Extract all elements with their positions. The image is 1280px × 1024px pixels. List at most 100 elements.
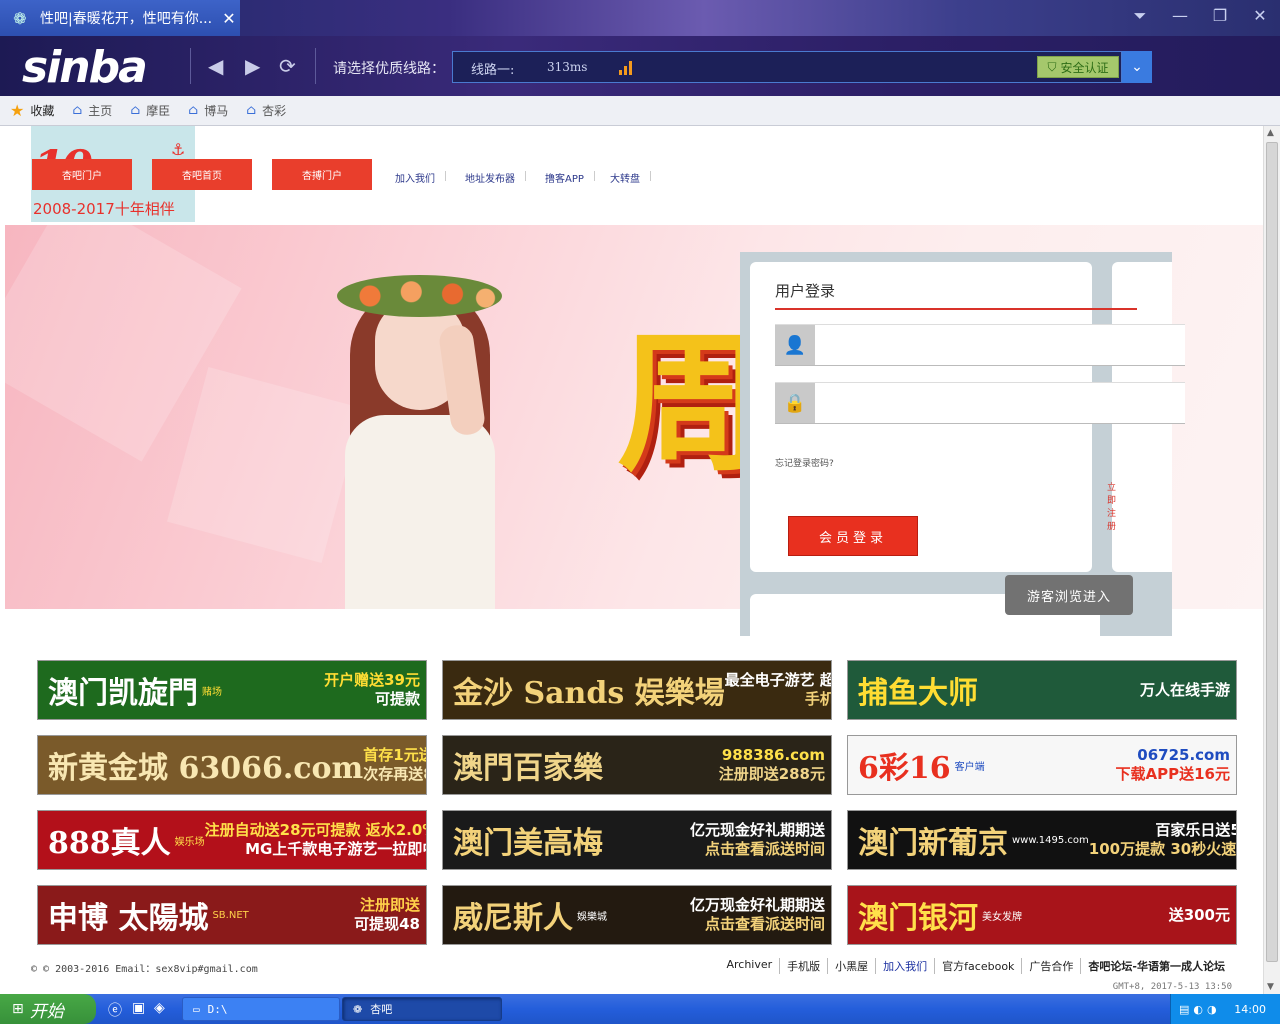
ad-brand: 澳门美高梅 — [453, 826, 603, 861]
ad-offer-line: 注册即送 — [359, 896, 420, 914]
tab-close-icon[interactable]: ✕ — [218, 9, 240, 28]
bookmark-item[interactable]: ⌂ 主页 — [72, 102, 112, 119]
start-button[interactable]: ⊞ 开始 — [0, 994, 96, 1024]
bookmarks-bar: ★ 收藏 ⌂ 主页 ⌂ 摩臣 ⌂ 博马 ⌂ 杏彩 — [0, 96, 1280, 126]
footer-link-mobile[interactable]: 手机版 — [780, 958, 829, 974]
bookmark-label: 主页 — [88, 104, 113, 118]
maximize-icon[interactable]: ❐ — [1208, 6, 1232, 26]
ad-brand: 澳门凯旋門 — [48, 676, 198, 711]
username-input[interactable] — [821, 331, 1171, 359]
refresh-icon[interactable]: ⟳ — [279, 54, 296, 78]
footer-link-blackroom[interactable]: 小黑屋 — [828, 958, 877, 974]
ad-banner[interactable]: 澳门银河 美女发牌 送300元 — [847, 885, 1237, 945]
ad-banner[interactable]: 澳门美高梅 亿元现金好礼期期送 点击查看派送时间 — [442, 810, 832, 870]
minimize-icon[interactable]: — — [1168, 6, 1192, 26]
ad-sub: 客户端 — [954, 761, 985, 773]
favorites-button[interactable]: ★ 收藏 — [10, 101, 54, 120]
ad-banner[interactable]: 澳门凯旋門 赌场 开户赠送39元 可提款 — [37, 660, 427, 720]
ad-offer-line: 亿元现金好礼期期送 — [689, 821, 825, 839]
nav-join[interactable]: 加入我们 — [395, 170, 446, 185]
ad-banner[interactable]: 澳門百家樂 988386.com 注册即送288元 — [442, 735, 832, 795]
username-field[interactable]: 👤 — [775, 324, 1185, 366]
ad-brand: 澳門百家樂 — [453, 751, 603, 786]
forgot-password-link[interactable]: 忘记登录密码? — [775, 456, 834, 469]
ad-offer-line: 首存1元送18元 — [363, 746, 426, 764]
anchor-icon: ⚓ — [171, 140, 186, 159]
route-dropdown-button[interactable]: ⌄ — [1122, 51, 1152, 83]
taskbar-item-label: 杏吧 — [370, 1003, 393, 1016]
password-input[interactable] — [821, 389, 1171, 417]
nav-wheel[interactable]: 大转盘 — [610, 170, 651, 185]
ad-offer-line: 988386.com — [721, 746, 825, 764]
ad-banner[interactable]: 申博 太陽城 SB.NET 注册即送 可提现48 — [37, 885, 427, 945]
lock-icon: 🔒 — [775, 383, 815, 423]
ad-offer: 最全电子游艺 超多优惠最给力手机电脑皆可畅玩 — [725, 671, 831, 709]
bookmark-label: 博马 — [204, 104, 229, 118]
ad-banner[interactable]: 捕鱼大师 万人在线手游 — [847, 660, 1237, 720]
login-button[interactable]: 会员登录 — [788, 516, 918, 556]
ad-brand: 澳门新葡京 — [858, 826, 1008, 861]
footer-link-archiver[interactable]: Archiver — [719, 958, 781, 974]
menu-dropdown-icon[interactable]: ⏷ — [1128, 6, 1152, 26]
ad-offer: 06725.com 下载APP送16元 — [1116, 746, 1236, 784]
ad-sub: www.1495.com — [1012, 834, 1089, 846]
ad-offer: 万人在线手游 — [1140, 681, 1236, 700]
ad-brand: 捕鱼大师 — [858, 676, 978, 711]
route-name: 线路一: — [471, 63, 515, 78]
footer-link-join[interactable]: 加入我们 — [876, 958, 936, 974]
nav-bet-portal[interactable]: 杏搏门户 — [272, 159, 372, 190]
footer-link-facebook[interactable]: 官方facebook — [935, 958, 1023, 974]
scrollbar-thumb[interactable] — [1266, 142, 1278, 962]
desktop-icon[interactable]: ▣ — [132, 1000, 145, 1016]
ad-offer-line: 送300元 — [1168, 905, 1230, 924]
close-window-icon[interactable]: ✕ — [1248, 6, 1272, 26]
ie-icon[interactable]: ⓔ — [108, 1000, 122, 1020]
network-icon[interactable]: ▤ — [1179, 1003, 1189, 1016]
bookmark-item[interactable]: ⌂ 摩臣 — [130, 102, 170, 119]
back-icon[interactable]: ◀ — [208, 54, 223, 78]
register-link[interactable]: 立即注册 — [1107, 480, 1116, 532]
ad-banner[interactable]: 6彩16 客户端 06725.com 下载APP送16元 — [847, 735, 1237, 795]
forward-icon[interactable]: ▶ — [245, 54, 260, 78]
secure-badge[interactable]: ⛉ 安全认证 — [1037, 56, 1119, 78]
scroll-up-icon[interactable]: ▲ — [1267, 128, 1274, 138]
bookmark-item[interactable]: ⌂ 杏彩 — [246, 102, 286, 119]
footer-link-forum[interactable]: 杏吧论坛-华语第一成人论坛 — [1081, 958, 1232, 974]
footer-link-ads[interactable]: 广告合作 — [1022, 958, 1082, 974]
guest-browse-button[interactable]: 游客浏览进入 — [1005, 575, 1133, 615]
security-icon[interactable]: ◑ — [1207, 1003, 1217, 1016]
taskbar-item-explorer[interactable]: ▭ D:\ — [182, 997, 340, 1021]
volume-icon[interactable]: ◐ — [1193, 1003, 1203, 1016]
bookmark-label: 杏彩 — [262, 104, 287, 118]
ad-offer-line: 点击查看派送时间 — [704, 915, 825, 933]
scroll-down-icon[interactable]: ▼ — [1267, 982, 1274, 992]
clock[interactable]: 14:00 — [1234, 1003, 1280, 1016]
ad-banner[interactable]: 新黄金城 63066.com首存1元送18元次存再送888元 — [37, 735, 427, 795]
ad-sub: 娛樂城 — [577, 911, 607, 923]
ad-brand: 6彩16 — [858, 751, 951, 786]
password-field[interactable]: 🔒 — [775, 382, 1185, 424]
ad-banner[interactable]: 金沙 Sands 娱樂場最全电子游艺 超多优惠最给力手机电脑皆可畅玩 — [442, 660, 832, 720]
user-icon: 👤 — [775, 325, 815, 365]
ad-sub: 赌场 — [202, 686, 222, 698]
footer-links: Archiver 手机版 小黑屋 加入我们 官方facebook 广告合作 杏吧… — [719, 958, 1232, 974]
ad-banner[interactable]: 888真人 娱乐场 注册自动送28元可提款 返水2.0% MG上千款电子游艺一拉即中 — [37, 810, 427, 870]
route-selector[interactable]: 线路一: 313ms ⛉ 安全认证 — [452, 51, 1122, 83]
ad-banner[interactable]: 澳门新葡京www.1495.com百家乐日送50万100万提款 30秒火速到帐 — [847, 810, 1237, 870]
nav-address[interactable]: 地址发布器 — [465, 170, 526, 185]
page-scrollbar[interactable]: ▲ ▼ — [1263, 126, 1280, 994]
browser-tab[interactable]: ❁ 性吧|春暖花开，性吧有你... ✕ — [0, 0, 240, 36]
taskbar-item-browser[interactable]: ❁ 杏吧 — [342, 997, 502, 1021]
nav-portal[interactable]: 杏吧门户 — [32, 159, 132, 190]
ad-offer-line: 可提款 — [374, 690, 420, 708]
nav-app[interactable]: 撸客APP — [545, 170, 595, 185]
taskbar-item-label: D:\ — [207, 1002, 228, 1016]
shield-icon: ⛉ — [1047, 59, 1057, 74]
ad-banner[interactable]: 威尼斯人 娛樂城 亿万现金好礼期期送 点击查看派送时间 — [442, 885, 832, 945]
quicklaunch-icon[interactable]: ◈ — [154, 1000, 165, 1016]
home-icon: ⌂ — [188, 103, 199, 118]
tab-title: 性吧|春暖花开，性吧有你... — [40, 11, 213, 27]
nav-home[interactable]: 杏吧首页 — [152, 159, 252, 190]
ad-brand: 威尼斯人 — [453, 901, 573, 936]
bookmark-item[interactable]: ⌂ 博马 — [188, 102, 228, 119]
